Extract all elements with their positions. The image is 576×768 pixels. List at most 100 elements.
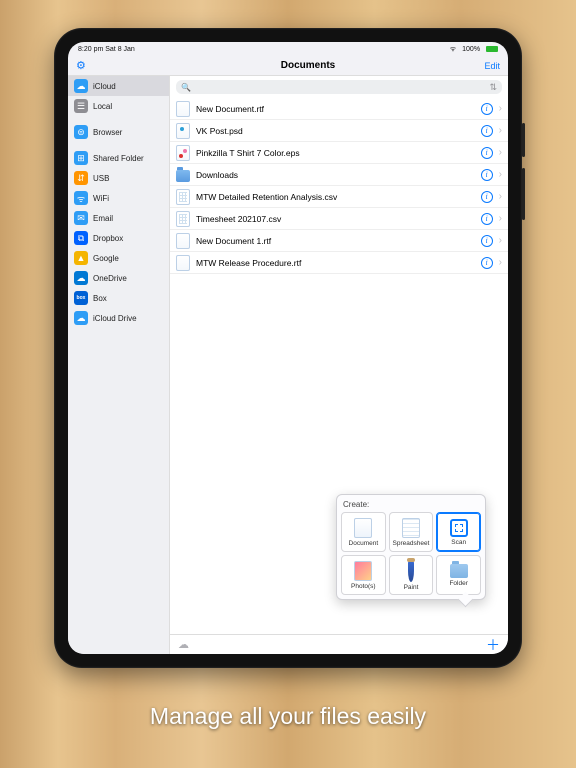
file-name: New Document.rtf [196,104,475,114]
create-button-label: Spreadsheet [393,540,430,547]
sidebar-item-label: USB [93,174,109,183]
file-row[interactable]: Pinkzilla T Shirt 7 Color.eps i › [170,142,508,164]
sheet-icon [402,518,420,538]
info-icon[interactable]: i [481,125,493,137]
file-name: MTW Release Procedure.rtf [196,258,475,268]
sidebar-item-email[interactable]: ✉Email [68,208,169,228]
create-button-label: Paint [404,584,419,591]
sidebar: ☁ iCloud ☰Local ⊜ Browser ⊞ Shared Folder ⇵USBᯤ… [68,76,170,654]
create-scan-button[interactable]: Scan [436,512,481,552]
chevron-right-icon: › [499,169,502,180]
info-icon[interactable]: i [481,169,493,181]
app-screen: 8:20 pm Sat 8 Jan ᯤ 100% ⚙ Documents Edi… [68,42,508,654]
chevron-right-icon: › [499,147,502,158]
sidebar-item-shared-folder[interactable]: ⊞ Shared Folder [68,148,169,168]
edit-button[interactable]: Edit [484,61,500,71]
file-name: Downloads [196,170,475,180]
file-row[interactable]: New Document.rtfi› [170,98,508,120]
sidebar-item-label: iCloud Drive [93,314,137,323]
sidebar-item-onedrive[interactable]: ☁OneDrive [68,268,169,288]
create-spreadsheet-button[interactable]: Spreadsheet [389,512,434,552]
file-icon [176,101,190,117]
file-row[interactable]: New Document 1.rtfi› [170,230,508,252]
file-row[interactable]: MTW Detailed Retention Analysis.csv i › [170,186,508,208]
sidebar-icon: ☁ [74,311,88,325]
device-button [522,168,525,220]
file-name: New Document 1.rtf [196,236,475,246]
file-name: Timesheet 202107.csv [196,214,475,224]
chevron-right-icon: › [499,257,502,268]
cloud-sync-icon[interactable]: ☁ [178,638,189,651]
create-button-label: Document [349,540,379,547]
sidebar-item-box[interactable]: boxBox [68,288,169,308]
create-photo-s--button[interactable]: Photo(s) [341,555,386,595]
battery-text: 100% [462,46,480,53]
create-button-label: Photo(s) [351,583,376,590]
sidebar-icon: ⊞ [74,151,88,165]
file-row[interactable]: Timesheet 202107.csvi› [170,208,508,230]
sidebar-item-label: Dropbox [93,234,123,243]
file-row[interactable]: MTW Release Procedure.rtf i › [170,252,508,274]
info-icon[interactable]: i [481,235,493,247]
info-icon[interactable]: i [481,213,493,225]
create-button-label: Scan [451,539,466,546]
photo-icon [354,561,372,581]
search-bar[interactable]: 🔍 ⇅ [176,80,502,94]
sidebar-icon: ☁ [74,79,88,93]
file-icon [176,145,190,161]
sidebar-icon: ✉ [74,211,88,225]
sidebar-item-google[interactable]: ▲ Google [68,248,169,268]
sidebar-item-icloud[interactable]: ☁ iCloud [68,76,169,96]
sidebar-item-wifi[interactable]: ᯤWiFi [68,188,169,208]
chevron-right-icon: › [499,191,502,202]
file-row[interactable]: VK Post.psd i › [170,120,508,142]
status-right: ᯤ 100% [446,45,498,54]
nav-bar: ⚙ Documents Edit [68,56,508,76]
sort-icon[interactable]: ⇅ [489,82,497,93]
search-icon: 🔍 [181,83,191,92]
sidebar-item-local[interactable]: ☰Local [68,96,169,116]
folder-icon [176,170,190,182]
info-icon[interactable]: i [481,147,493,159]
sidebar-icon: ⊜ [74,125,88,139]
sidebar-item-icloud-drive[interactable]: ☁ iCloud Drive [68,308,169,328]
sidebar-icon: ☁ [74,271,88,285]
sidebar-item-usb[interactable]: ⇵USB [68,168,169,188]
create-document-button[interactable]: Document [341,512,386,552]
sidebar-item-label: WiFi [93,194,109,203]
create-grid: Document Spreadsheet Scan Photo(s) Paint Fold… [341,512,481,595]
status-time: 8:20 pm Sat 8 Jan [78,46,135,53]
info-icon[interactable]: i [481,191,493,203]
file-row[interactable]: Downloads i › [170,164,508,186]
sidebar-icon: ▲ [74,251,88,265]
file-name: MTW Detailed Retention Analysis.csv [196,192,475,202]
create-button-label: Folder [449,580,467,587]
wifi-icon: ᯤ [450,46,456,53]
sidebar-item-browser[interactable]: ⊜ Browser [68,122,169,142]
sidebar-item-dropbox[interactable]: ⧉Dropbox [68,228,169,248]
file-icon [176,211,190,227]
create-header: Create: [343,500,479,509]
main-panel: 🔍 ⇅ New Document.rtfi›VK Post.psdi›Pinkz… [170,76,508,654]
create-paint-button[interactable]: Paint [389,555,434,595]
sidebar-item-label: Google [93,254,119,263]
device-button [522,123,525,157]
scan-icon [450,519,468,537]
create-popover: Create: Document Spreadsheet Scan Photo(s) P… [336,494,486,600]
promo-caption: Manage all your files easily [0,703,576,730]
chevron-right-icon: › [499,125,502,136]
file-icon [176,233,190,249]
page-title: Documents [241,60,335,71]
sidebar-item-label: Box [93,294,107,303]
info-icon[interactable]: i [481,257,493,269]
sidebar-item-label: iCloud [93,82,116,91]
file-name: Pinkzilla T Shirt 7 Color.eps [196,148,475,158]
file-name: VK Post.psd [196,126,475,136]
info-icon[interactable]: i [481,103,493,115]
folder-icon [450,564,468,578]
sidebar-item-label: Browser [93,128,122,137]
settings-icon[interactable]: ⚙ [76,59,86,72]
create-folder-button[interactable]: Folder [436,555,481,595]
sidebar-item-label: Shared Folder [93,154,144,163]
add-button[interactable]: ＋ [486,635,500,655]
